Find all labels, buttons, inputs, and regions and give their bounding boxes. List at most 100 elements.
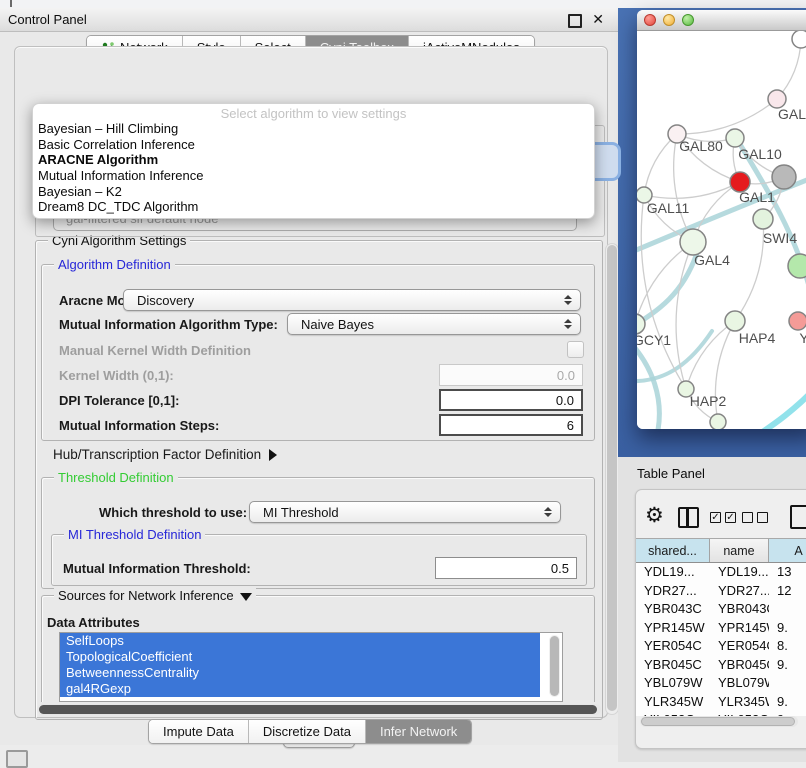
node-label: GAL10 (738, 146, 782, 162)
hub-section-label[interactable]: Hub/Transcription Factor Definition (53, 447, 277, 462)
attribute-item[interactable]: SelfLoops (60, 633, 540, 649)
aracne-mode-combo[interactable]: Discovery (123, 289, 581, 311)
tab-discretize-data[interactable]: Discretize Data (249, 720, 366, 743)
column-header-clipped[interactable]: A (769, 539, 806, 562)
close-window-icon[interactable] (644, 14, 656, 26)
data-attributes-label: Data Attributes (47, 615, 140, 630)
attribute-item[interactable]: TopologicalCoefficient (60, 649, 540, 665)
network-node-hap4[interactable] (725, 311, 745, 331)
mi-threshold-field[interactable]: 0.5 (435, 557, 577, 579)
minimize-window-icon[interactable] (663, 14, 675, 26)
dpi-tolerance-field[interactable]: 0.0 (439, 389, 583, 411)
cytoscape-app: { "control_panel": { "title": "Control P… (0, 0, 806, 762)
data-attributes-list[interactable]: SelfLoops TopologicalCoefficient Between… (59, 632, 563, 702)
tab-impute-data[interactable]: Impute Data (149, 720, 249, 743)
column-header-shared-name[interactable]: shared... (636, 539, 710, 562)
network-node[interactable] (772, 165, 796, 189)
algorithm-dropdown-list: Select algorithm to view settings Bayesi… (32, 103, 595, 219)
table-horizontal-scrollbar[interactable] (640, 716, 798, 727)
cyni-toolbox-content: gal-filtered sif default node Select alg… (14, 46, 608, 718)
gear-icon[interactable]: ⚙ (645, 505, 664, 526)
page-icon[interactable] (790, 505, 806, 529)
table-row[interactable]: YBR043CYBR043C (636, 600, 806, 619)
deselect-all-checks-icon[interactable] (742, 512, 768, 523)
which-threshold-combo[interactable]: MI Threshold (249, 501, 561, 523)
select-all-checks-icon[interactable]: ✓✓ (710, 512, 736, 523)
expand-arrow-icon[interactable] (269, 449, 277, 461)
network-canvas-svg[interactable]: GALGAL80GAL10GAL1GAL11SWI4GAL4GCY1HAP4YH… (637, 31, 806, 429)
node-label: SWI4 (763, 230, 797, 246)
node-table: shared... name A YDL19...YDL19...13 YDR2… (636, 538, 806, 716)
network-node-swi4[interactable] (753, 209, 773, 229)
dropdown-item[interactable]: Basic Correlation Inference (33, 137, 594, 153)
node-label: GAL80 (679, 138, 723, 154)
network-node-y[interactable] (789, 312, 806, 330)
attribute-item[interactable]: BetweennessCentrality (60, 665, 540, 681)
collapse-arrow-icon[interactable] (240, 593, 252, 601)
network-node[interactable] (710, 414, 726, 429)
node-label: GAL (778, 106, 806, 122)
mi-steps-label: Mutual Information Steps: (59, 418, 219, 433)
dropdown-item[interactable]: Mutual Information Inference (33, 168, 594, 184)
control-panel-titlebar: Control Panel ✕ (0, 8, 618, 32)
network-node-gal10[interactable] (726, 129, 744, 147)
column-selector-icon[interactable] (678, 507, 699, 528)
network-edge[interactable] (735, 219, 764, 321)
attribute-item[interactable]: gal4RGexp (60, 681, 540, 697)
zoom-window-icon[interactable] (682, 14, 694, 26)
network-node[interactable] (788, 254, 806, 278)
manual-kernel-label: Manual Kernel Width Definition (59, 343, 251, 358)
settings-horizontal-scrollbar[interactable] (37, 704, 601, 715)
network-edge[interactable] (644, 134, 677, 195)
attribute-list-scrollbar[interactable] (549, 635, 560, 697)
control-panel: Control Panel ✕ Network Style Select Cyn… (0, 8, 618, 745)
float-window-icon[interactable] (568, 14, 582, 28)
table-row[interactable]: YBR045CYBR045C9. (636, 656, 806, 675)
table-row[interactable]: YDL19...YDL19...13 (636, 563, 806, 582)
kernel-width-field[interactable]: 0.0 (439, 364, 583, 386)
network-node[interactable] (792, 31, 806, 48)
table-panel-title: Table Panel (637, 466, 705, 481)
table-row[interactable]: YER054CYER054C8. (636, 637, 806, 656)
manual-kernel-checkbox[interactable] (567, 341, 584, 358)
highlight-edge[interactable] (749, 381, 806, 429)
table-row[interactable]: YDR27...YDR27...12 (636, 582, 806, 601)
network-view-window[interactable]: GALGAL80GAL10GAL1GAL11SWI4GAL4GCY1HAP4YH… (637, 10, 806, 429)
node-label: GCY1 (637, 332, 671, 348)
dropdown-item[interactable]: Bayesian – K2 (33, 184, 594, 200)
which-threshold-label: Which threshold to use: (99, 505, 247, 520)
bottom-tab-strip: Impute Data Discretize Data Infer Networ… (148, 719, 472, 744)
minimized-panel-icon[interactable] (6, 750, 28, 768)
network-window-titlebar[interactable] (637, 10, 806, 31)
tab-infer-network[interactable]: Infer Network (366, 720, 471, 743)
mi-algorithm-type-value: Naive Bayes (301, 317, 374, 332)
mi-steps-field[interactable]: 6 (439, 414, 583, 436)
combo-arrows-icon (544, 507, 552, 517)
network-edge[interactable] (677, 99, 777, 134)
column-header-name[interactable]: name (710, 539, 769, 562)
combo-arrows-icon (564, 319, 572, 329)
algorithm-definition-legend: Algorithm Definition (54, 257, 175, 272)
highlight-edge[interactable] (637, 341, 659, 429)
table-row[interactable]: YBL079WYBL079W (636, 674, 806, 693)
table-body: YDL19...YDL19...13 YDR27...YDR27...12 YB… (636, 563, 806, 716)
settings-vertical-scrollbar[interactable] (605, 243, 619, 715)
dropdown-item[interactable]: Dream8 DC_TDC Algorithm (33, 199, 594, 215)
table-row[interactable]: YPR145WYPR145W9. (636, 619, 806, 638)
which-threshold-value: MI Threshold (263, 505, 339, 520)
mi-algorithm-type-combo[interactable]: Naive Bayes (287, 313, 581, 335)
node-label: GAL1 (739, 189, 775, 205)
threshold-definition-legend: Threshold Definition (54, 470, 178, 485)
sources-legend[interactable]: Sources for Network Inference (54, 588, 256, 603)
dropdown-item[interactable]: Bayesian – Hill Climbing (33, 121, 594, 137)
network-edge[interactable] (644, 182, 740, 198)
node-label: GAL11 (647, 200, 690, 216)
close-panel-icon[interactable]: ✕ (592, 11, 604, 28)
mi-threshold-definition-legend: MI Threshold Definition (64, 527, 205, 542)
aracne-mode-value: Discovery (137, 293, 194, 308)
node-label: HAP2 (690, 393, 727, 409)
table-row[interactable]: YLR345WYLR345W9. (636, 693, 806, 712)
dpi-tolerance-label: DPI Tolerance [0,1]: (59, 393, 179, 408)
table-header-row: shared... name A (636, 538, 806, 563)
dropdown-item-aracne[interactable]: ARACNE Algorithm (33, 152, 594, 168)
